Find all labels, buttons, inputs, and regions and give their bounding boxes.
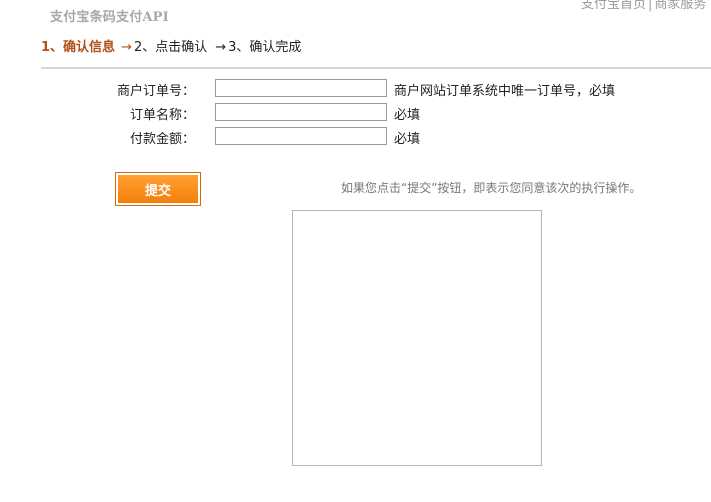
- order-name-row: 订单名称： 必填: [0, 103, 711, 123]
- order-number-label: 商户订单号：: [116, 84, 195, 99]
- submit-button[interactable]: 提交: [115, 172, 201, 206]
- step-1-confirm-info: 1、确认信息: [41, 40, 116, 55]
- top-links-separator: |: [648, 0, 653, 12]
- step-3-confirm-complete: 3、确认完成: [228, 40, 302, 55]
- step-2-click-confirm: 2、点击确认: [133, 40, 208, 55]
- step-progress: 1、确认信息 → 2、点击确认 → 3、确认完成: [41, 36, 301, 55]
- order-name-input[interactable]: [215, 103, 387, 121]
- submit-button-label: 提交: [118, 175, 198, 203]
- order-name-label: 订单名称：: [129, 108, 195, 123]
- amount-input[interactable]: [215, 127, 387, 145]
- alipay-home-link[interactable]: 支付宝首页: [581, 0, 646, 12]
- arrow-right-icon: →: [121, 40, 132, 55]
- amount-hint: 必填: [394, 132, 421, 147]
- arrow-right-icon: →: [215, 40, 227, 55]
- submit-notice: 如果您点击“提交”按钮，即表示您同意该次的执行操作。: [341, 181, 642, 195]
- amount-row: 付款金额： 必填: [0, 127, 711, 147]
- header-divider: [41, 67, 711, 69]
- page-title: 支付宝条码支付API: [50, 10, 169, 25]
- order-number-hint: 商户网站订单系统中唯一订单号，必填: [394, 84, 616, 99]
- merchant-service-link[interactable]: 商家服务: [654, 0, 706, 12]
- order-number-row: 商户订单号： 商户网站订单系统中唯一订单号，必填: [0, 79, 711, 99]
- order-name-hint: 必填: [394, 108, 421, 123]
- amount-label: 付款金额：: [129, 132, 195, 147]
- result-iframe: [292, 210, 542, 466]
- top-links: 支付宝首页 | 商家服务: [581, 0, 711, 12]
- order-number-input[interactable]: [215, 79, 387, 97]
